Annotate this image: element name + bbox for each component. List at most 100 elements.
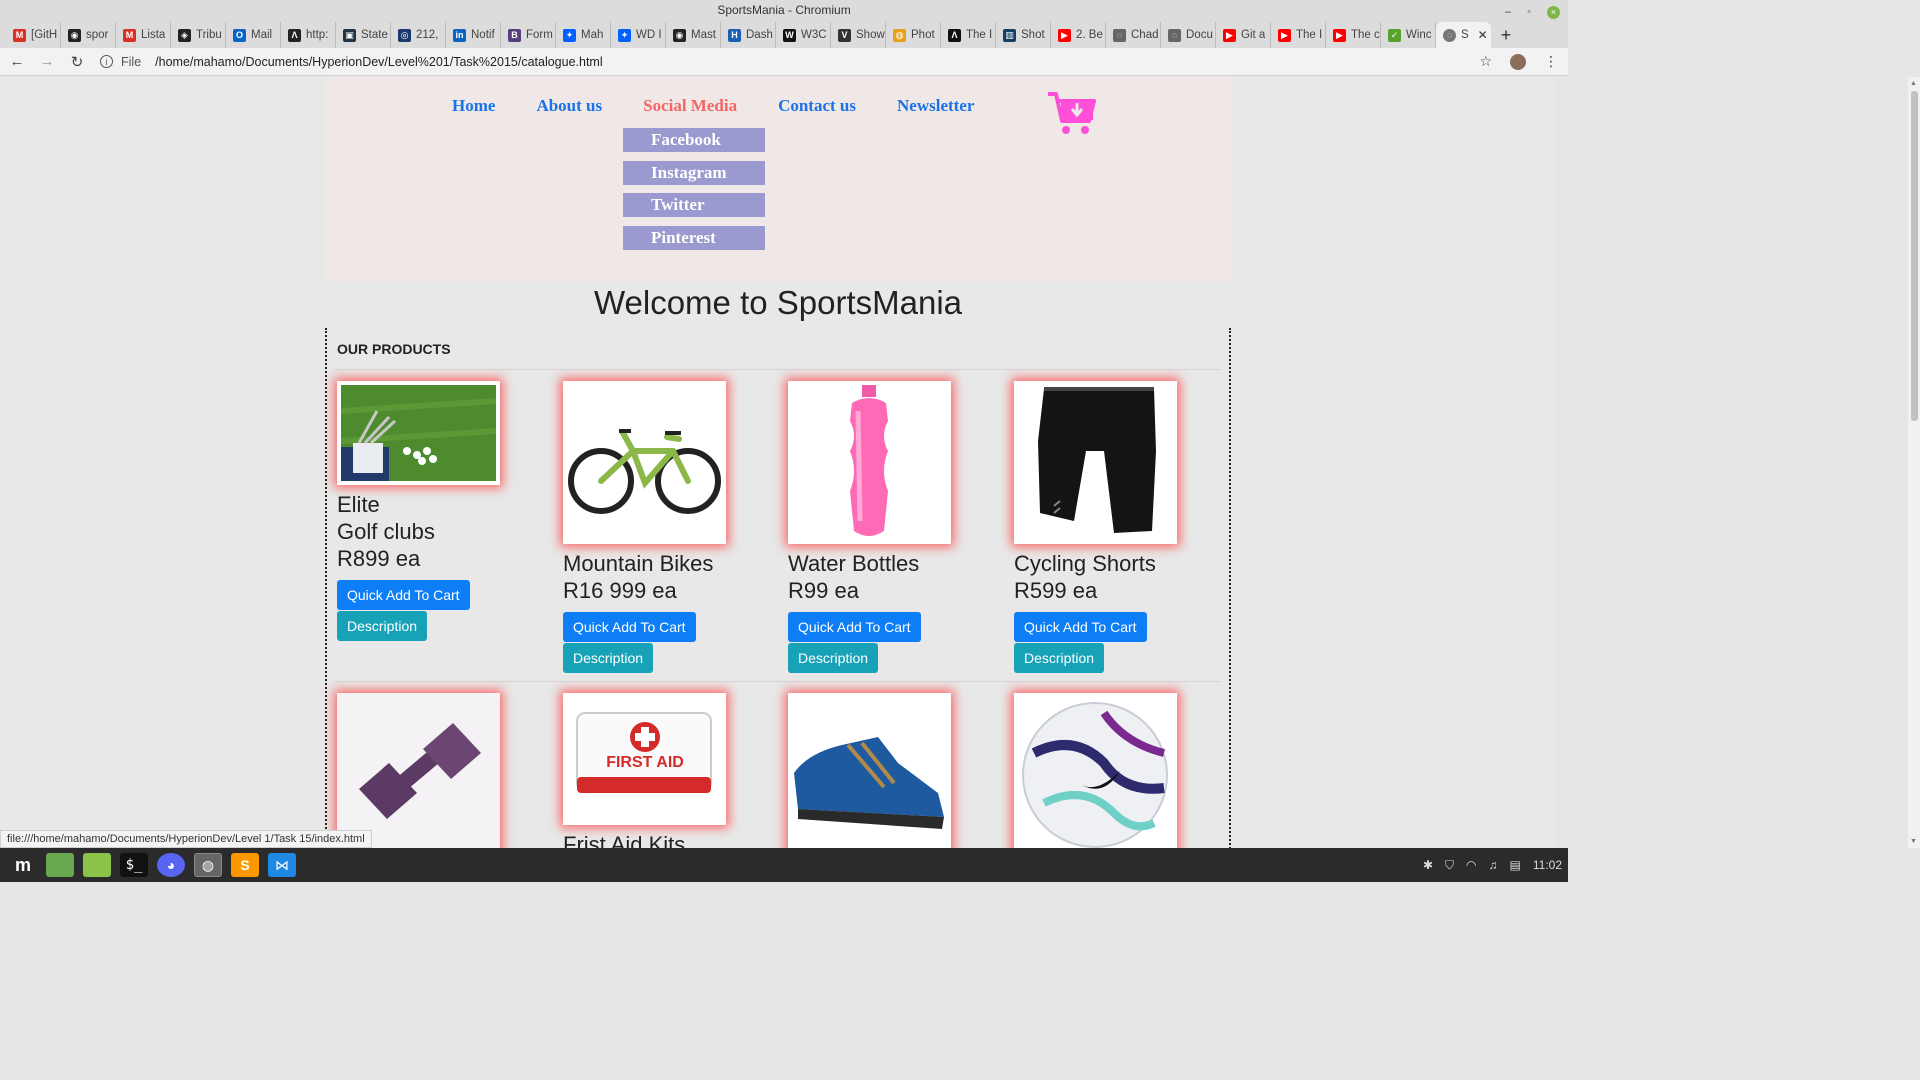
tab-close-icon[interactable]: ✕ [1478,28,1488,42]
info-icon[interactable]: i [100,55,113,68]
product-card-first-aid: FIRST AID Frist Aid Kits [563,693,763,848]
scrollbar-thumb[interactable] [1911,91,1918,421]
dropdown-item-twitter[interactable]: Twitter [623,193,765,217]
dropdown-item-instagram[interactable]: Instagram [623,160,765,185]
nav-about[interactable]: About us [536,96,602,116]
tab-18[interactable]: ▥ Shot [996,22,1051,48]
description-button[interactable]: Description [337,611,428,641]
quick-add-button[interactable]: Quick Add To Cart [563,612,696,642]
sublime-icon[interactable]: S [231,853,259,877]
app-icon: Λ [948,28,961,42]
desktop-icon[interactable] [46,853,74,877]
tab-8[interactable]: in Notif [446,22,501,48]
tab-6[interactable]: ▣ State [336,22,391,48]
tab-label: [GitH [31,29,58,41]
water-bottle-image[interactable] [788,381,951,544]
battery-icon[interactable]: ▤ [1510,858,1521,872]
tab-22[interactable]: ▶ Git a [1216,22,1271,48]
dropdown-item-pinterest[interactable]: Pinterest [623,225,765,250]
golf-clubs-image[interactable] [337,381,500,485]
tab-1[interactable]: ◉ spor [61,22,116,48]
audio-icon[interactable]: ♫ [1489,858,1498,872]
profile-avatar[interactable] [1510,53,1526,70]
menu-icon[interactable]: ⋮ [1544,53,1558,70]
chromium-icon[interactable]: ◍ [194,853,222,877]
discord-icon[interactable]: ◕ [157,853,185,877]
nav-newsletter[interactable]: Newsletter [897,96,974,116]
first-aid-label: FIRST AID [606,754,684,771]
vscode-icon[interactable]: ⋈ [268,853,296,877]
tab-label: The c [1351,29,1380,41]
product-price: R99 ea [788,578,859,603]
quick-add-button[interactable]: Quick Add To Cart [1014,612,1147,642]
description-button[interactable]: Description [563,643,654,673]
shield-icon[interactable]: ⛉ [1445,858,1454,873]
gmail-icon: M [13,28,26,42]
tab-2[interactable]: M Lista [116,22,171,48]
welcome-heading: Welcome to SportsMania [593,284,963,321]
page-scrollbar[interactable]: ▲ ▼ [1908,77,1920,848]
tab-4[interactable]: O Mail [226,22,281,48]
close-icon[interactable]: × [1547,6,1560,19]
folder-icon[interactable] [83,853,111,877]
bluetooth-icon[interactable]: ✱ [1423,858,1433,872]
soccer-ball-image[interactable] [1014,693,1177,848]
tab-5[interactable]: Λhttp: [281,22,336,48]
first-aid-image[interactable]: FIRST AID [563,693,726,825]
nav-home[interactable]: Home [452,96,495,116]
quick-add-button[interactable]: Quick Add To Cart [788,612,921,642]
tab-12[interactable]: ◉ Mast [666,22,721,48]
dropdown-item-facebook[interactable]: Facebook [623,128,765,152]
terminal-icon[interactable]: $_ [120,853,148,877]
quick-add-button[interactable]: Quick Add To Cart [337,580,470,610]
running-shoe-image[interactable] [788,693,951,848]
menu-logo-icon[interactable]: m [9,853,37,877]
description-button[interactable]: Description [788,643,879,673]
tab-20[interactable]: ◌ Chad [1106,22,1161,48]
tab-13[interactable]: H Dash [721,22,776,48]
nav-contact[interactable]: Contact us [778,96,856,116]
tab-active[interactable]: ◌ S ✕ [1436,22,1491,48]
tab-0[interactable]: M [GitH [6,22,61,48]
outlook-icon: O [233,28,246,42]
tab-9[interactable]: B Form [501,22,556,48]
tab-15[interactable]: V Show [831,22,886,48]
tab-7[interactable]: ◎ 212, [391,22,446,48]
cycling-shorts-image[interactable] [1014,381,1177,544]
globe-icon: ◌ [1443,28,1456,42]
scroll-down-icon[interactable]: ▼ [1910,838,1917,845]
tab-14[interactable]: W W3C [776,22,831,48]
nav-social-media[interactable]: Social Media [643,96,737,116]
wifi-icon[interactable]: ◠ [1466,858,1476,872]
forward-icon[interactable]: → [34,53,60,70]
tab-16[interactable]: ◍ Phot [886,22,941,48]
tab-label: Mast [691,29,716,41]
product-card-bottle: Water Bottles R99 ea Quick Add To Cart D… [788,381,988,673]
tab-23[interactable]: ▶ The I [1271,22,1326,48]
reload-icon[interactable]: ↻ [64,53,90,71]
description-button[interactable]: Description [1014,643,1105,673]
address-bar[interactable]: i File /home/mahamo/Documents/HyperionDe… [100,50,603,74]
tab-17[interactable]: Λ The I [941,22,996,48]
tab-25[interactable]: ✓ Winc [1381,22,1436,48]
clock[interactable]: 11:02 [1533,858,1562,872]
youtube-icon: ▶ [1223,28,1236,42]
tab-11[interactable]: ✦ WD I [611,22,666,48]
tab-label: Winc [1406,29,1432,41]
dropbox-icon: ✦ [563,28,576,42]
new-tab-button[interactable]: + [1491,22,1521,48]
browser-toolbar: ← → ↻ i File /home/mahamo/Documents/Hype… [0,48,1568,76]
mountain-bike-image[interactable] [563,381,726,544]
tab-24[interactable]: ▶ The c [1326,22,1381,48]
os-taskbar: m $_ ◕ ◍ S ⋈ ✱ ⛉ ◠ ♫ ▤ 11:02 [0,848,1568,882]
dumbbell-image[interactable] [337,693,500,848]
scroll-up-icon[interactable]: ▲ [1910,80,1917,87]
cart-icon[interactable] [1047,91,1097,137]
address-url[interactable]: /home/mahamo/Documents/HyperionDev/Level… [155,55,602,69]
tab-19[interactable]: ▶ 2. Be [1051,22,1106,48]
tab-3[interactable]: ◈ Tribu [171,22,226,48]
tab-10[interactable]: ✦ Mah [556,22,611,48]
back-icon[interactable]: ← [4,53,30,70]
bookmark-star-icon[interactable]: ☆ [1479,53,1492,70]
tab-21[interactable]: ◌ Docu [1161,22,1216,48]
